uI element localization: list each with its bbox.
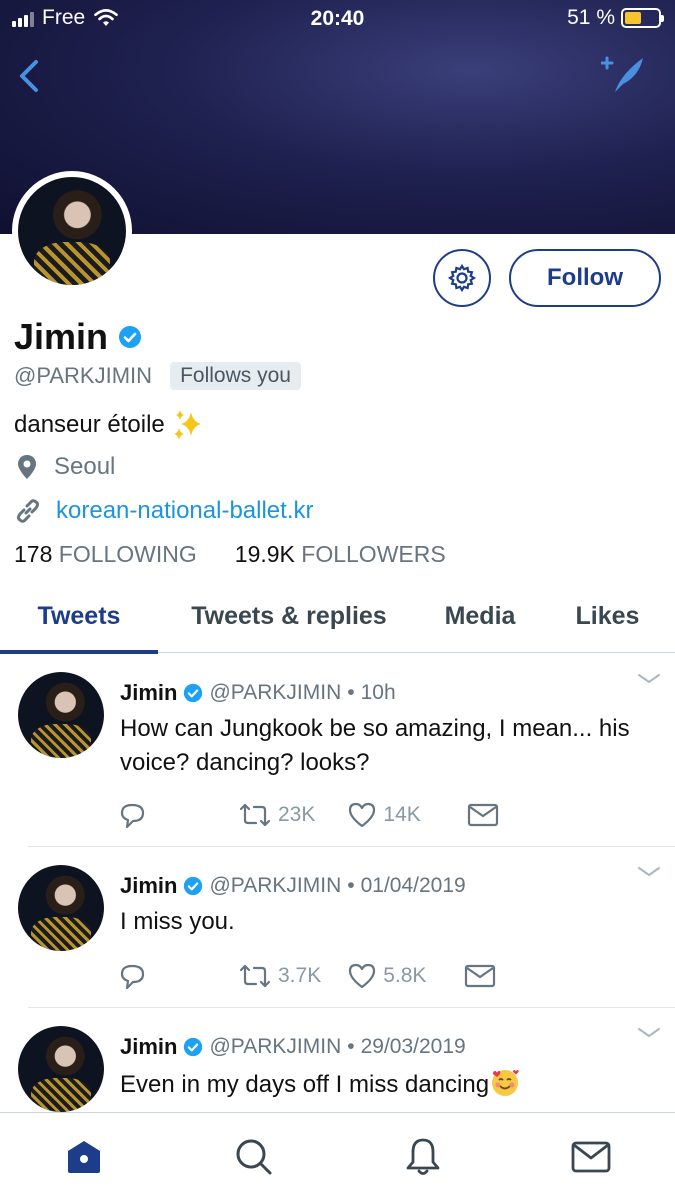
- nav-notifications[interactable]: [401, 1135, 445, 1179]
- bottom-navigation: [0, 1112, 675, 1200]
- followers-stat[interactable]: 19.9K FOLLOWERS: [235, 541, 446, 568]
- retweet-icon: [239, 964, 271, 988]
- search-icon: [236, 1139, 272, 1175]
- tweet-item[interactable]: Jimin @PARKJIMIN • 10h How can Jungkook …: [0, 654, 675, 846]
- tweet-separator: •: [347, 874, 355, 897]
- nav-home[interactable]: [62, 1135, 106, 1179]
- profile-name-row: Jimin: [14, 316, 142, 358]
- bell-icon: [406, 1138, 440, 1175]
- retweet-count: 23K: [278, 803, 316, 826]
- tweet-avatar[interactable]: [18, 865, 104, 951]
- status-bar: Free 20:40 51 %: [0, 0, 675, 40]
- tweet-item[interactable]: Jimin @PARKJIMIN • 29/03/2019 Even in my…: [0, 1008, 675, 1112]
- follow-button[interactable]: Follow: [509, 249, 661, 307]
- location-pin-icon: [18, 455, 36, 479]
- tweet-author-name: Jimin: [120, 873, 178, 898]
- chevron-down-icon[interactable]: [637, 865, 661, 879]
- like-action[interactable]: 5.8K: [347, 962, 426, 990]
- tweet-item[interactable]: Jimin @PARKJIMIN • 01/04/2019 I miss you…: [0, 847, 675, 1007]
- follows-you-badge: Follows you: [170, 362, 301, 390]
- avatar-image: [18, 177, 126, 285]
- chevron-down-icon[interactable]: [637, 1026, 661, 1040]
- tweet-author-handle: @PARKJIMIN: [209, 1035, 342, 1058]
- tweet-text: Even in my days off I miss dancing: [120, 1071, 490, 1098]
- link-icon: [17, 499, 39, 523]
- envelope-icon: [571, 1141, 611, 1173]
- nav-search[interactable]: [232, 1135, 276, 1179]
- verified-badge-icon: [184, 876, 203, 896]
- retweet-icon: [239, 803, 271, 827]
- sparkles-icon: [173, 410, 201, 440]
- envelope-icon[interactable]: [467, 802, 499, 828]
- verified-badge-icon: [119, 326, 142, 348]
- tweet-avatar[interactable]: [18, 672, 104, 758]
- retweet-count: 3.7K: [278, 964, 322, 987]
- handle-row: @PARKJIMIN Follows you: [14, 362, 301, 390]
- like-action[interactable]: 14K: [347, 801, 421, 829]
- chevron-down-icon[interactable]: [637, 672, 661, 686]
- tab-tweets[interactable]: Tweets: [0, 580, 158, 654]
- battery-level: [625, 12, 642, 24]
- tweet-separator: •: [347, 1035, 355, 1058]
- followers-label: FOLLOWERS: [301, 541, 446, 567]
- display-name: Jimin: [14, 316, 109, 357]
- retweet-action[interactable]: 3.7K: [238, 963, 321, 989]
- heart-icon: [349, 802, 376, 828]
- tweet-timestamp: 10h: [360, 681, 396, 704]
- compose-tweet-button[interactable]: [600, 52, 649, 96]
- like-count: 14K: [383, 803, 421, 826]
- verified-badge-icon: [184, 1037, 203, 1057]
- tweet-header: Jimin @PARKJIMIN • 10h: [120, 680, 396, 706]
- tweet-author-name: Jimin: [120, 680, 178, 705]
- reply-bubble-icon[interactable]: [118, 961, 148, 991]
- tab-tweets-replies[interactable]: Tweets & replies: [158, 580, 420, 653]
- profile-website[interactable]: korean-national-ballet.kr: [14, 497, 313, 525]
- feather-sparkle-icon: [600, 56, 643, 92]
- following-count: 178: [14, 541, 53, 567]
- heart-icon: [349, 963, 376, 989]
- tweet-timestamp: 29/03/2019: [360, 1035, 466, 1058]
- battery-icon: [621, 8, 664, 28]
- envelope-icon[interactable]: [464, 963, 496, 989]
- profile-location: Seoul: [14, 453, 115, 481]
- tweet-separator: •: [347, 681, 355, 704]
- profile-stats: 178 FOLLOWING 19.9K FOLLOWERS: [14, 541, 446, 568]
- tweet-actions: 3.7K 5.8K: [118, 961, 496, 991]
- tab-likes[interactable]: Likes: [540, 580, 675, 653]
- profile-avatar[interactable]: [12, 171, 132, 291]
- retweet-action[interactable]: 23K: [238, 802, 315, 828]
- tweet-author-name: Jimin: [120, 1034, 178, 1059]
- website-link[interactable]: korean-national-ballet.kr: [56, 497, 313, 525]
- verified-badge-icon: [184, 683, 203, 703]
- reply-bubble-icon[interactable]: [118, 800, 148, 830]
- tweet-avatar[interactable]: [18, 1026, 104, 1112]
- tweet-author-handle: @PARKJIMIN: [209, 681, 342, 704]
- tweet-text-row: Even in my days off I miss dancing: [120, 1066, 650, 1102]
- like-count: 5.8K: [383, 964, 427, 987]
- back-button[interactable]: [10, 52, 50, 100]
- profile-tabs: Tweets Tweets & replies Media Likes: [0, 580, 675, 654]
- followers-count: 19.9K: [234, 541, 295, 567]
- settings-button[interactable]: [433, 249, 491, 307]
- following-label: FOLLOWING: [58, 541, 197, 567]
- profile-handle: @PARKJIMIN: [14, 363, 153, 388]
- following-stat[interactable]: 178 FOLLOWING: [14, 541, 197, 568]
- gear-icon: [447, 263, 477, 293]
- tweet-text: I miss you.: [120, 908, 235, 935]
- bio-text: danseur étoile: [14, 411, 165, 438]
- home-icon: [68, 1141, 100, 1173]
- profile-bio: danseur étoile: [14, 408, 205, 442]
- chevron-left-icon: [20, 60, 38, 92]
- tab-media[interactable]: Media: [420, 580, 540, 653]
- nav-messages[interactable]: [569, 1135, 613, 1179]
- tweet-header: Jimin @PARKJIMIN • 01/04/2019: [120, 873, 466, 899]
- tweet-timestamp: 01/04/2019: [360, 874, 466, 897]
- tweet-text: How can Jungkook be so amazing, I mean..…: [120, 715, 630, 776]
- tweet-actions: 23K 14K: [118, 800, 499, 830]
- smiling-face-with-hearts-icon: [492, 1070, 519, 1096]
- tweet-author-handle: @PARKJIMIN: [209, 874, 342, 897]
- tweet-header: Jimin @PARKJIMIN • 29/03/2019: [120, 1034, 466, 1060]
- location-text: Seoul: [54, 453, 116, 480]
- battery-percent: 51 %: [567, 6, 615, 29]
